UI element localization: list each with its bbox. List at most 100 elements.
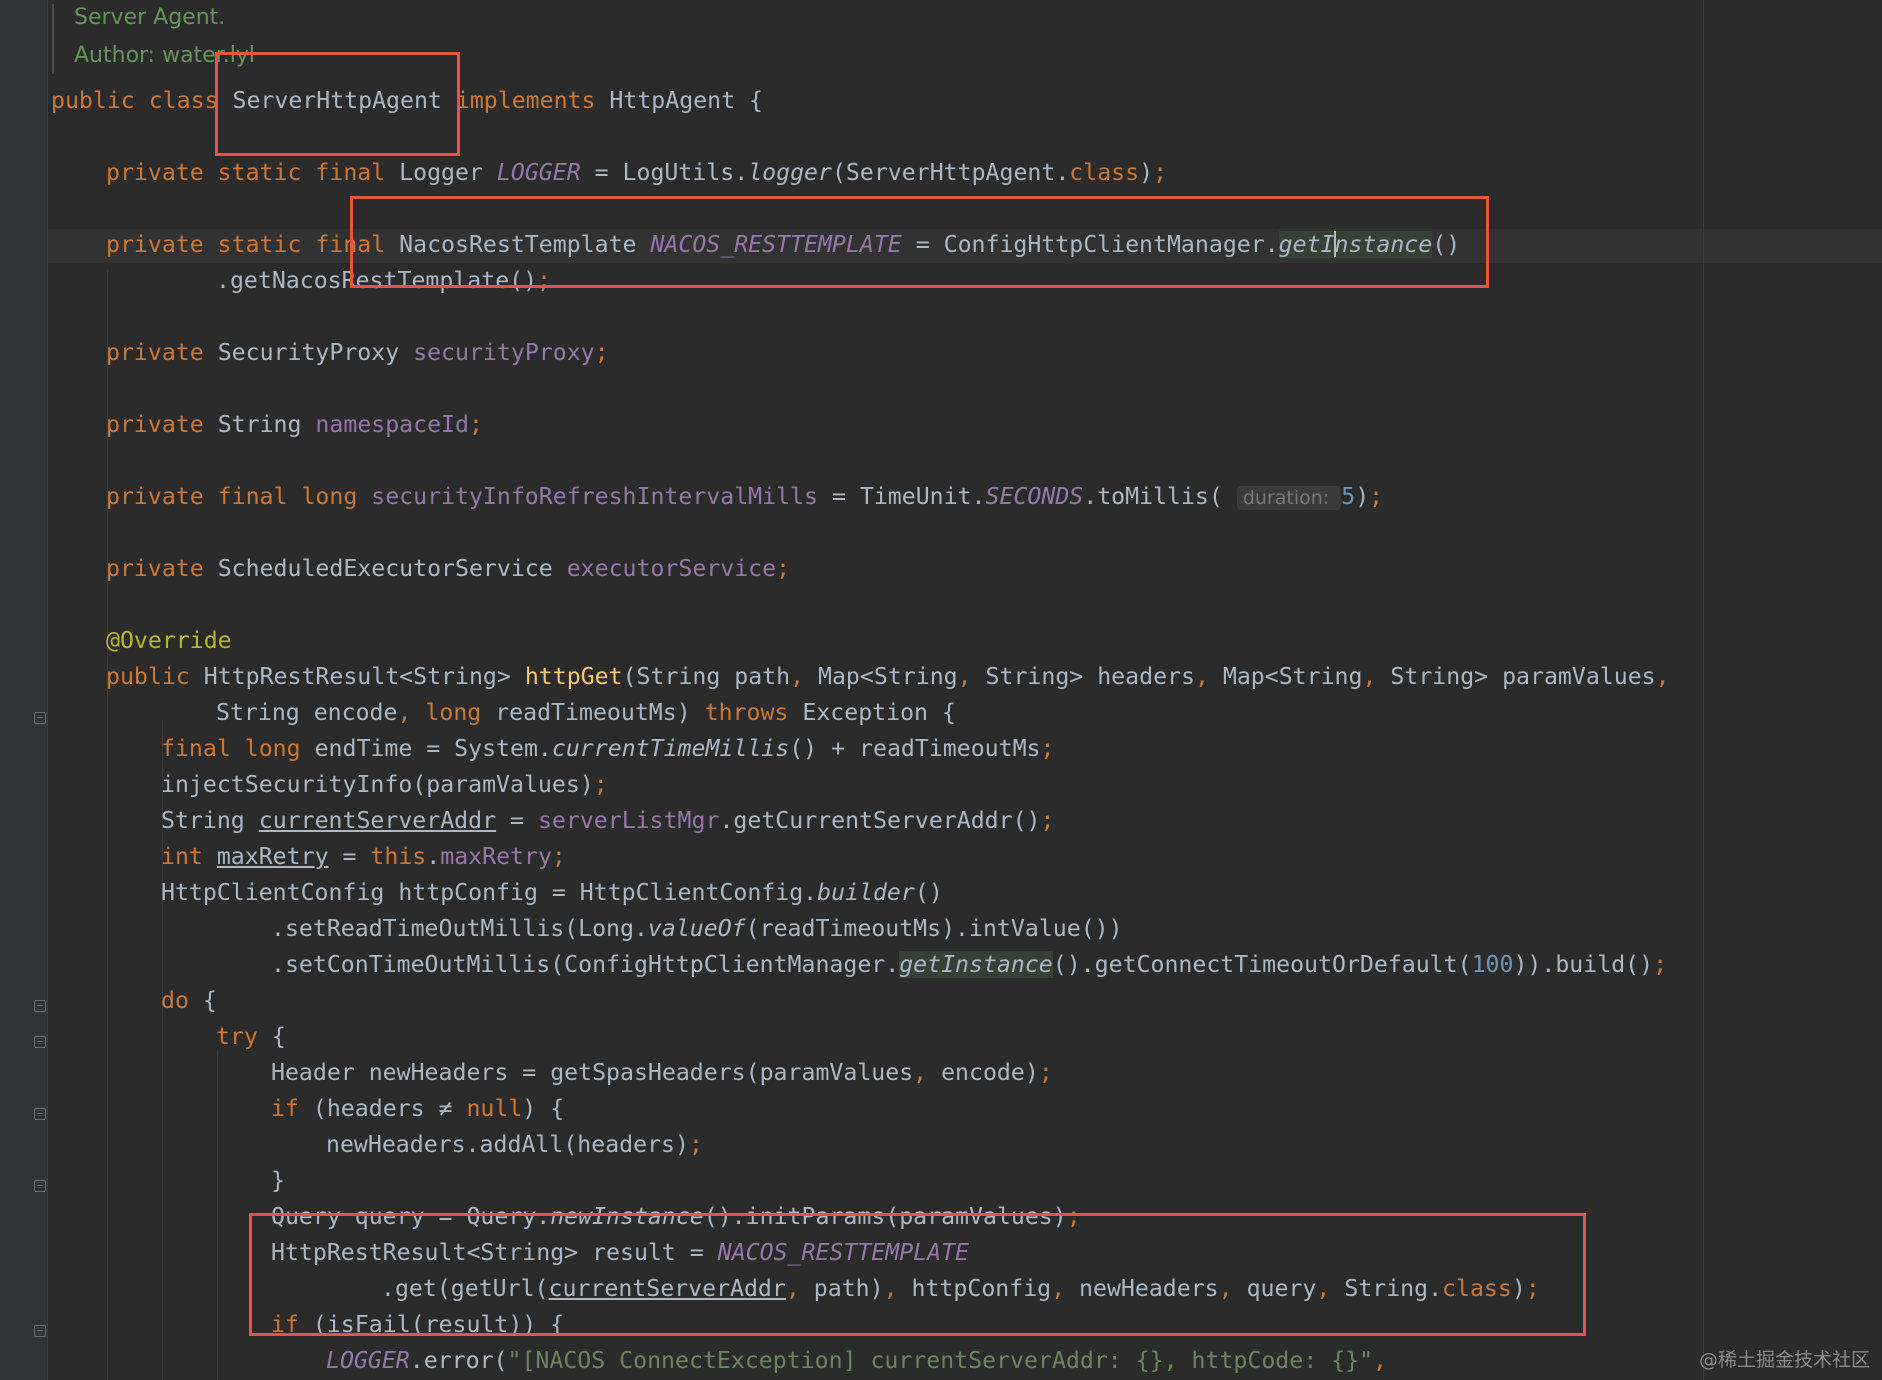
code-token: builder xyxy=(817,879,915,906)
code-line: public HttpRestResult<String> httpGet(St… xyxy=(106,659,1670,695)
code-token: , xyxy=(957,663,986,690)
code-token: , xyxy=(1362,663,1391,690)
code-token: Header newHeaders = getSpasHeaders(param… xyxy=(271,1059,914,1086)
doc-comment-bar xyxy=(52,4,54,74)
code-line: String encode, long readTimeoutMs) throw… xyxy=(216,695,956,731)
code-token: Logger xyxy=(399,159,497,186)
code-token: executorService xyxy=(566,555,777,582)
code-token: . xyxy=(426,843,441,870)
code-token: (readTimeoutMs).intValue()) xyxy=(745,915,1123,942)
code-token: () xyxy=(914,879,943,906)
code-token: ; xyxy=(1369,483,1384,510)
indent-guide xyxy=(217,1050,218,1380)
code-token: private static final xyxy=(106,159,400,186)
code-line: int maxRetry = this.maxRetry; xyxy=(161,839,566,875)
code-token: private xyxy=(106,339,218,366)
code-line: HttpClientConfig httpConfig = HttpClient… xyxy=(161,875,943,911)
code-token: securityInfoRefreshIntervalMills xyxy=(371,483,818,510)
code-token: String encode xyxy=(216,699,398,726)
code-token: String xyxy=(217,411,316,438)
code-token: 5 xyxy=(1341,483,1356,510)
code-token: = xyxy=(328,843,371,870)
code-token: maxRetry xyxy=(216,843,329,870)
code-token: newHeaders.addAll(headers) xyxy=(326,1131,689,1158)
fold-toggle-icon[interactable] xyxy=(34,1108,46,1120)
code-token: } xyxy=(271,1167,285,1194)
fold-toggle-icon[interactable] xyxy=(34,1325,46,1337)
code-token: ; xyxy=(1040,735,1055,762)
code-token: try xyxy=(216,1023,272,1050)
code-token: injectSecurityInfo(paramValues) xyxy=(161,771,594,798)
code-token: Map<String xyxy=(1222,663,1363,690)
code-line: do { xyxy=(161,983,217,1019)
code-token: (headers ≠ xyxy=(312,1095,467,1122)
code-token: ; xyxy=(776,555,791,582)
code-token: throws xyxy=(704,699,803,726)
code-token: , xyxy=(790,663,819,690)
code-token: logger xyxy=(748,159,832,186)
code-token: HttpClientConfig httpConfig = HttpClient… xyxy=(161,879,818,906)
code-token: )).build() xyxy=(1513,951,1654,978)
right-margin-guide xyxy=(1703,0,1704,1380)
parameter-hint: duration: xyxy=(1236,486,1342,510)
code-token: 100 xyxy=(1471,951,1514,978)
code-line: private String namespaceId; xyxy=(106,407,483,443)
code-token: securityProxy xyxy=(413,339,595,366)
fold-toggle-icon[interactable] xyxy=(34,712,46,724)
code-token: , xyxy=(913,1059,942,1086)
code-token: "[NACOS ConnectException] currentServerA… xyxy=(507,1347,1374,1374)
code-token: { xyxy=(202,987,217,1014)
code-token: ; xyxy=(1153,159,1168,186)
highlight-box-get-call xyxy=(249,1213,1586,1336)
code-token: LOGGER xyxy=(326,1347,410,1374)
highlight-box-classname xyxy=(215,52,460,156)
code-token: , long xyxy=(397,699,496,726)
code-token: ; xyxy=(593,771,608,798)
code-token: HttpRestResult<String> xyxy=(203,663,525,690)
code-line: private SecurityProxy securityProxy; xyxy=(106,335,609,371)
code-line: try { xyxy=(216,1019,286,1055)
code-token: LOGGER xyxy=(496,159,581,186)
code-line: } xyxy=(271,1163,285,1199)
code-token: getInstance xyxy=(899,951,1053,978)
code-token: = xyxy=(496,807,538,834)
code-token: namespaceId xyxy=(315,411,469,438)
code-token: .setConTimeOutMillis(ConfigHttpClientMan… xyxy=(271,951,900,978)
code-token: int xyxy=(161,843,217,870)
code-line: String currentServerAddr = serverListMgr… xyxy=(161,803,1055,839)
code-token: .error( xyxy=(409,1347,508,1374)
code-token: ; xyxy=(468,411,483,438)
code-line: @Override xyxy=(106,623,232,659)
code-token: SECONDS xyxy=(985,483,1084,510)
code-token: String> headers xyxy=(985,663,1195,690)
code-token: .getCurrentServerAddr() xyxy=(719,807,1041,834)
code-token: ; xyxy=(1653,951,1668,978)
code-token: serverListMgr xyxy=(537,807,720,834)
code-token: private final long xyxy=(106,483,372,510)
code-line: private static final Logger LOGGER = Log… xyxy=(106,155,1167,191)
code-line: private final long securityInfoRefreshIn… xyxy=(106,479,1383,516)
fold-toggle-icon[interactable] xyxy=(34,1000,46,1012)
fold-toggle-icon[interactable] xyxy=(34,1036,46,1048)
doc-comment-line: Server Agent. xyxy=(74,5,226,30)
highlight-box-nacos-resttemplate xyxy=(350,196,1489,288)
fold-toggle-icon[interactable] xyxy=(34,1180,46,1192)
code-token: valueOf xyxy=(647,915,746,942)
code-token: endTime = System. xyxy=(314,735,552,762)
code-token: ) xyxy=(1355,483,1370,510)
code-line: LOGGER.error("[NACOS ConnectException] c… xyxy=(326,1343,1387,1379)
code-line: .setConTimeOutMillis(ConfigHttpClientMan… xyxy=(271,947,1667,983)
code-token: ) { xyxy=(522,1095,565,1122)
code-token: , xyxy=(1373,1347,1387,1374)
code-token: public xyxy=(106,663,204,690)
code-token: ScheduledExecutorService xyxy=(217,555,567,582)
code-token: private xyxy=(106,555,218,582)
code-token: String> paramValues xyxy=(1390,663,1656,690)
code-token: implements xyxy=(455,87,610,114)
code-line: Header newHeaders = getSpasHeaders(param… xyxy=(271,1055,1053,1091)
code-token: currentServerAddr xyxy=(258,807,497,834)
code-token: .setReadTimeOutMillis(Long. xyxy=(271,915,648,942)
code-token: maxRetry xyxy=(440,843,552,870)
code-token: ; xyxy=(551,843,566,870)
code-token: httpGet xyxy=(524,663,623,690)
